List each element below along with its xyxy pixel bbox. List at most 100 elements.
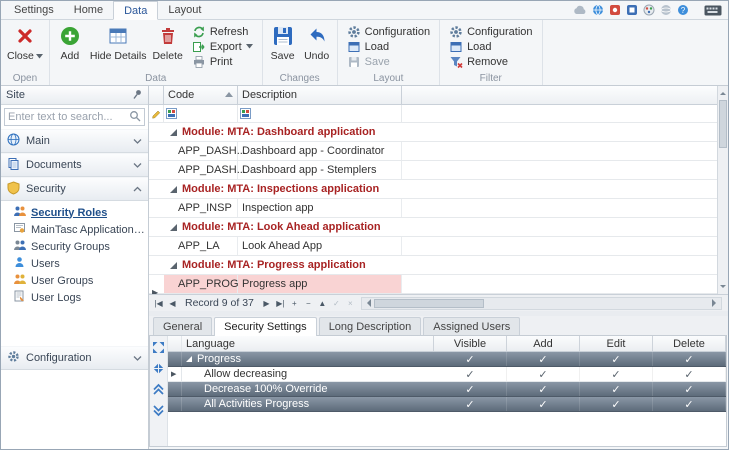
checkbox-checked-icon[interactable]: [684, 368, 693, 381]
checkbox-checked-icon[interactable]: [611, 398, 620, 411]
delete-button[interactable]: Delete: [149, 22, 185, 72]
sidebar-item-security-roles[interactable]: Security Roles: [1, 204, 148, 221]
column-header-visible[interactable]: Visible: [434, 336, 507, 351]
search-input[interactable]: [8, 111, 129, 123]
checkbox-checked-icon[interactable]: [465, 398, 474, 411]
nav-cancel-button[interactable]: ×: [344, 299, 357, 308]
sidebar-item-user-groups[interactable]: User Groups: [1, 272, 148, 289]
tab-home[interactable]: Home: [64, 1, 113, 19]
grid-row[interactable]: APP_INSP Inspection app: [149, 199, 728, 218]
filter-remove-button[interactable]: Remove: [445, 55, 536, 70]
detail-row-progress[interactable]: Progress: [168, 352, 726, 367]
nav-first-button[interactable]: |◀: [152, 299, 165, 308]
nav-edit-button[interactable]: ▲: [316, 299, 329, 308]
layout-configuration-button[interactable]: Configuration: [343, 24, 434, 39]
checkbox-checked-icon[interactable]: [538, 398, 547, 411]
grid-row[interactable]: APP_LA Look Ahead App: [149, 237, 728, 256]
close-button[interactable]: Close: [4, 22, 46, 72]
tab-assigned-users[interactable]: Assigned Users: [423, 317, 521, 335]
tab-long-description[interactable]: Long Description: [318, 317, 422, 335]
scrollbar-up-arrow[interactable]: [720, 89, 726, 95]
app-blue-icon[interactable]: [626, 4, 638, 16]
add-button[interactable]: Add: [53, 22, 87, 72]
nav-delete-button[interactable]: −: [302, 299, 315, 308]
checkbox-checked-icon[interactable]: [465, 368, 474, 381]
horizontal-scrollbar[interactable]: [360, 296, 722, 310]
tab-settings[interactable]: Settings: [4, 1, 64, 19]
hide-details-button[interactable]: Hide Details: [87, 22, 150, 72]
sidebar-item-security-groups[interactable]: Security Groups: [1, 238, 148, 255]
column-header-delete[interactable]: Delete: [653, 336, 726, 351]
group-row-progress[interactable]: Module: MTA: Progress application: [149, 256, 728, 275]
expand-all-icon[interactable]: [152, 340, 166, 354]
detail-row-decrease-override[interactable]: Decrease 100% Override: [168, 382, 726, 397]
filter-configuration-button[interactable]: Configuration: [445, 24, 536, 39]
detail-row-allow-decreasing[interactable]: Allow decreasing: [168, 367, 726, 382]
sidebar-section-main[interactable]: Main: [1, 129, 148, 153]
tab-data[interactable]: Data: [113, 1, 159, 20]
sidebar-item-maintasc-licenses[interactable]: MainTasc Applications Licen...: [1, 221, 148, 238]
collapse-all-icon[interactable]: [152, 361, 166, 375]
collapse-group-icon[interactable]: [170, 223, 177, 231]
refresh-button[interactable]: Refresh: [188, 24, 257, 39]
filter-load-button[interactable]: Load: [445, 39, 536, 54]
checkbox-checked-icon[interactable]: [684, 398, 693, 411]
app-red-icon[interactable]: [609, 4, 621, 16]
tab-layout[interactable]: Layout: [158, 1, 211, 19]
grid-row[interactable]: APP_DASH... Dashboard app - Coordinator: [149, 142, 728, 161]
vertical-scrollbar[interactable]: [717, 86, 728, 294]
checkbox-checked-icon[interactable]: [684, 383, 693, 396]
undo-button[interactable]: Undo: [300, 22, 334, 72]
checkbox-checked-icon[interactable]: [611, 368, 620, 381]
nav-next-button[interactable]: ▶: [260, 299, 273, 308]
nav-last-button[interactable]: ▶|: [274, 299, 287, 308]
nav-prev-button[interactable]: ◀: [166, 299, 179, 308]
checkbox-checked-icon[interactable]: [611, 383, 620, 396]
column-header-language[interactable]: Language: [182, 336, 434, 351]
auto-filter-row[interactable]: [149, 105, 728, 123]
save-button[interactable]: Save: [266, 22, 300, 72]
nav-append-button[interactable]: +: [288, 299, 301, 308]
collapse-group-icon[interactable]: [170, 261, 177, 269]
sidebar-item-users[interactable]: Users: [1, 255, 148, 272]
scrollbar-thumb[interactable]: [719, 100, 727, 148]
tab-general[interactable]: General: [153, 317, 213, 335]
column-header-code[interactable]: Code: [164, 86, 238, 104]
globe-icon[interactable]: [592, 4, 604, 16]
layout-load-button[interactable]: Load: [343, 39, 434, 54]
pin-icon[interactable]: [131, 88, 143, 103]
sidebar-section-security[interactable]: Security: [1, 177, 148, 201]
nav-endedit-button[interactable]: ✓: [330, 299, 343, 308]
scroll-down-icon[interactable]: [152, 403, 166, 417]
scrollbar-down-arrow[interactable]: [720, 285, 726, 291]
filter-cell-description[interactable]: [238, 105, 402, 122]
column-header-add[interactable]: Add: [507, 336, 580, 351]
collapse-node-icon[interactable]: [186, 356, 192, 362]
keyboard-icon[interactable]: [704, 5, 722, 16]
export-button[interactable]: Export: [188, 39, 257, 54]
checkbox-checked-icon[interactable]: [465, 383, 474, 396]
scrollbar-right-arrow[interactable]: [712, 299, 720, 307]
scroll-up-icon[interactable]: [152, 382, 166, 396]
scrollbar-thumb[interactable]: [373, 298, 484, 308]
scrollbar-left-arrow[interactable]: [363, 299, 371, 307]
print-button[interactable]: Print: [188, 55, 257, 70]
grid-row-selected[interactable]: APP_PROG Progress app: [149, 275, 728, 297]
sphere-icon[interactable]: [660, 4, 672, 16]
detail-row-all-activities[interactable]: All Activities Progress: [168, 397, 726, 412]
help-icon[interactable]: ?: [677, 4, 689, 16]
column-header-description[interactable]: Description: [238, 86, 402, 104]
sidebar-section-configuration[interactable]: Configuration: [1, 346, 148, 370]
checkbox-checked-icon[interactable]: [538, 353, 547, 366]
tab-security-settings[interactable]: Security Settings: [214, 317, 317, 336]
cloud-icon[interactable]: [573, 5, 587, 15]
sidebar-section-documents[interactable]: Documents: [1, 153, 148, 177]
group-row-dashboard[interactable]: Module: MTA: Dashboard application: [149, 123, 728, 142]
group-row-inspections[interactable]: Module: MTA: Inspections application: [149, 180, 728, 199]
theme-palette-icon[interactable]: [643, 4, 655, 16]
filter-cell-code[interactable]: [164, 105, 238, 122]
layout-save-button[interactable]: Save: [343, 55, 434, 70]
group-row-look-ahead[interactable]: Module: MTA: Look Ahead application: [149, 218, 728, 237]
checkbox-checked-icon[interactable]: [538, 383, 547, 396]
collapse-group-icon[interactable]: [170, 185, 177, 193]
